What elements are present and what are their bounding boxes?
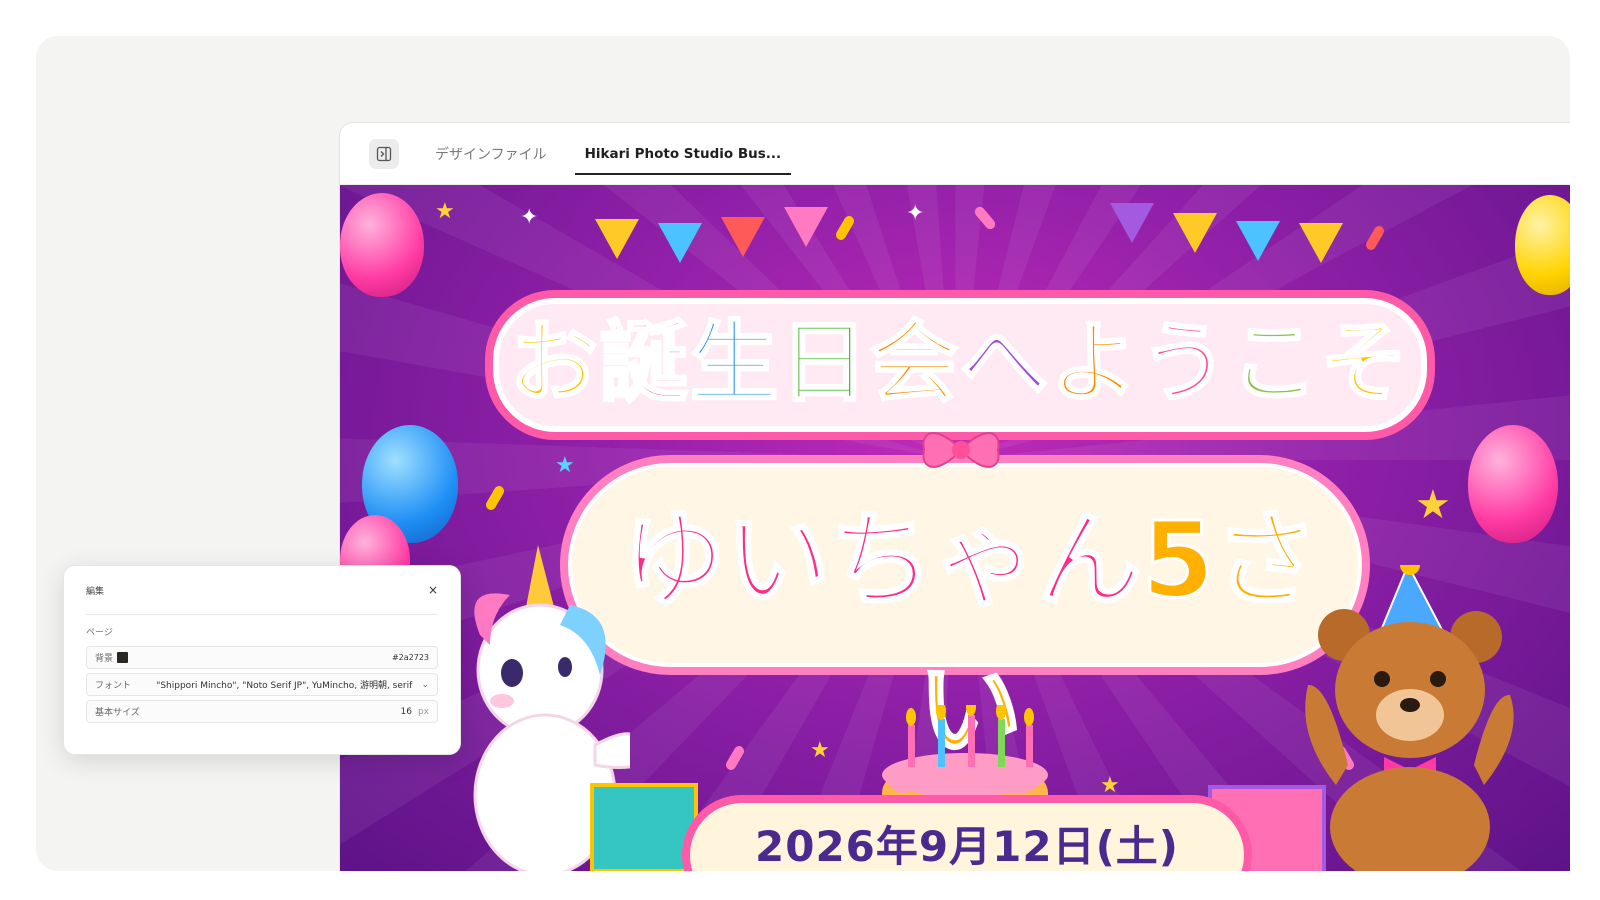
base-size-value: 16 [400,706,412,717]
chevron-down-icon: ⌄ [421,679,429,690]
title-char: 日 [778,310,870,416]
title-char: う [1139,310,1231,416]
edit-panel-title: 編集 [86,586,105,597]
title-char: そ [1319,310,1411,416]
background-color-field[interactable]: 背景 #2a2723 [86,646,438,669]
base-size-unit: px [417,706,429,717]
event-date: 2026年9月12日(土) 14:00 [755,822,1179,871]
tab-bar: デザインファイル Hikari Photo Studio Bus... [340,123,1570,185]
tab-design-files[interactable]: デザインファイル [423,123,559,185]
font-label: フォント [95,681,132,691]
title-char: よ [1049,310,1141,416]
poster-title: お誕生日会へようこそ [500,303,1420,423]
ribbon-bow-icon [922,432,1000,468]
background-label: 背景 [95,654,114,664]
star-decoration: ★ [435,199,455,224]
title-char: 誕 [598,310,690,416]
font-select[interactable]: フォント "Shippori Mincho", "Noto Serif JP",… [86,673,438,696]
edit-panel-header: 編集 × [64,566,460,614]
title-char: 生 [688,310,780,416]
base-size-field[interactable]: 基本サイズ 16 px [86,700,438,723]
color-swatch[interactable] [117,652,128,663]
bunting-flag [1236,221,1280,261]
close-icon[interactable]: × [428,583,438,597]
bunting-flag [1110,203,1154,243]
pink-balloon [1468,425,1558,543]
bunting-flag [658,223,702,263]
bunting-flag [1299,223,1343,263]
title-char: 会 [868,310,960,416]
bunting-flag [721,217,765,257]
bunting-flag [595,219,639,259]
design-window: デザインファイル Hikari Photo Studio Bus... ★ ✦ … [339,122,1570,871]
pink-balloon [340,193,424,297]
sidebar-toggle-icon [376,146,392,161]
bunting-flag [1173,213,1217,253]
edit-panel: 編集 × ページ 背景 #2a2723 フォント "Shippori Minch… [63,565,461,755]
child-name: ゆいちゃん [620,498,1143,623]
title-char: へ [958,310,1051,416]
poster-canvas[interactable]: ★ ✦ ✦ ★ ★ ★ ★ ★ お誕生日会へようこそ ゆいちゃん5さい [340,185,1570,871]
star-decoration: ★ [1415,482,1451,528]
star-decoration: ✦ [906,201,925,226]
sidebar-toggle-button[interactable] [369,138,399,169]
bunting-flag [784,207,828,247]
background-value: #2a2723 [391,653,429,662]
title-char: こ [1229,310,1321,416]
section-label-page: ページ [86,628,113,638]
star-decoration: ★ [555,453,575,478]
edit-panel-body: ページ 背景 #2a2723 フォント "Shippori Mincho", "… [86,614,438,723]
star-decoration: ✦ [520,205,539,230]
tab-hikari-photo-studio[interactable]: Hikari Photo Studio Bus... [574,123,792,185]
base-size-label: 基本サイズ [95,708,140,718]
font-value: "Shippori Mincho", "Noto Serif JP", YuMi… [156,681,413,691]
title-char: お [508,310,600,416]
